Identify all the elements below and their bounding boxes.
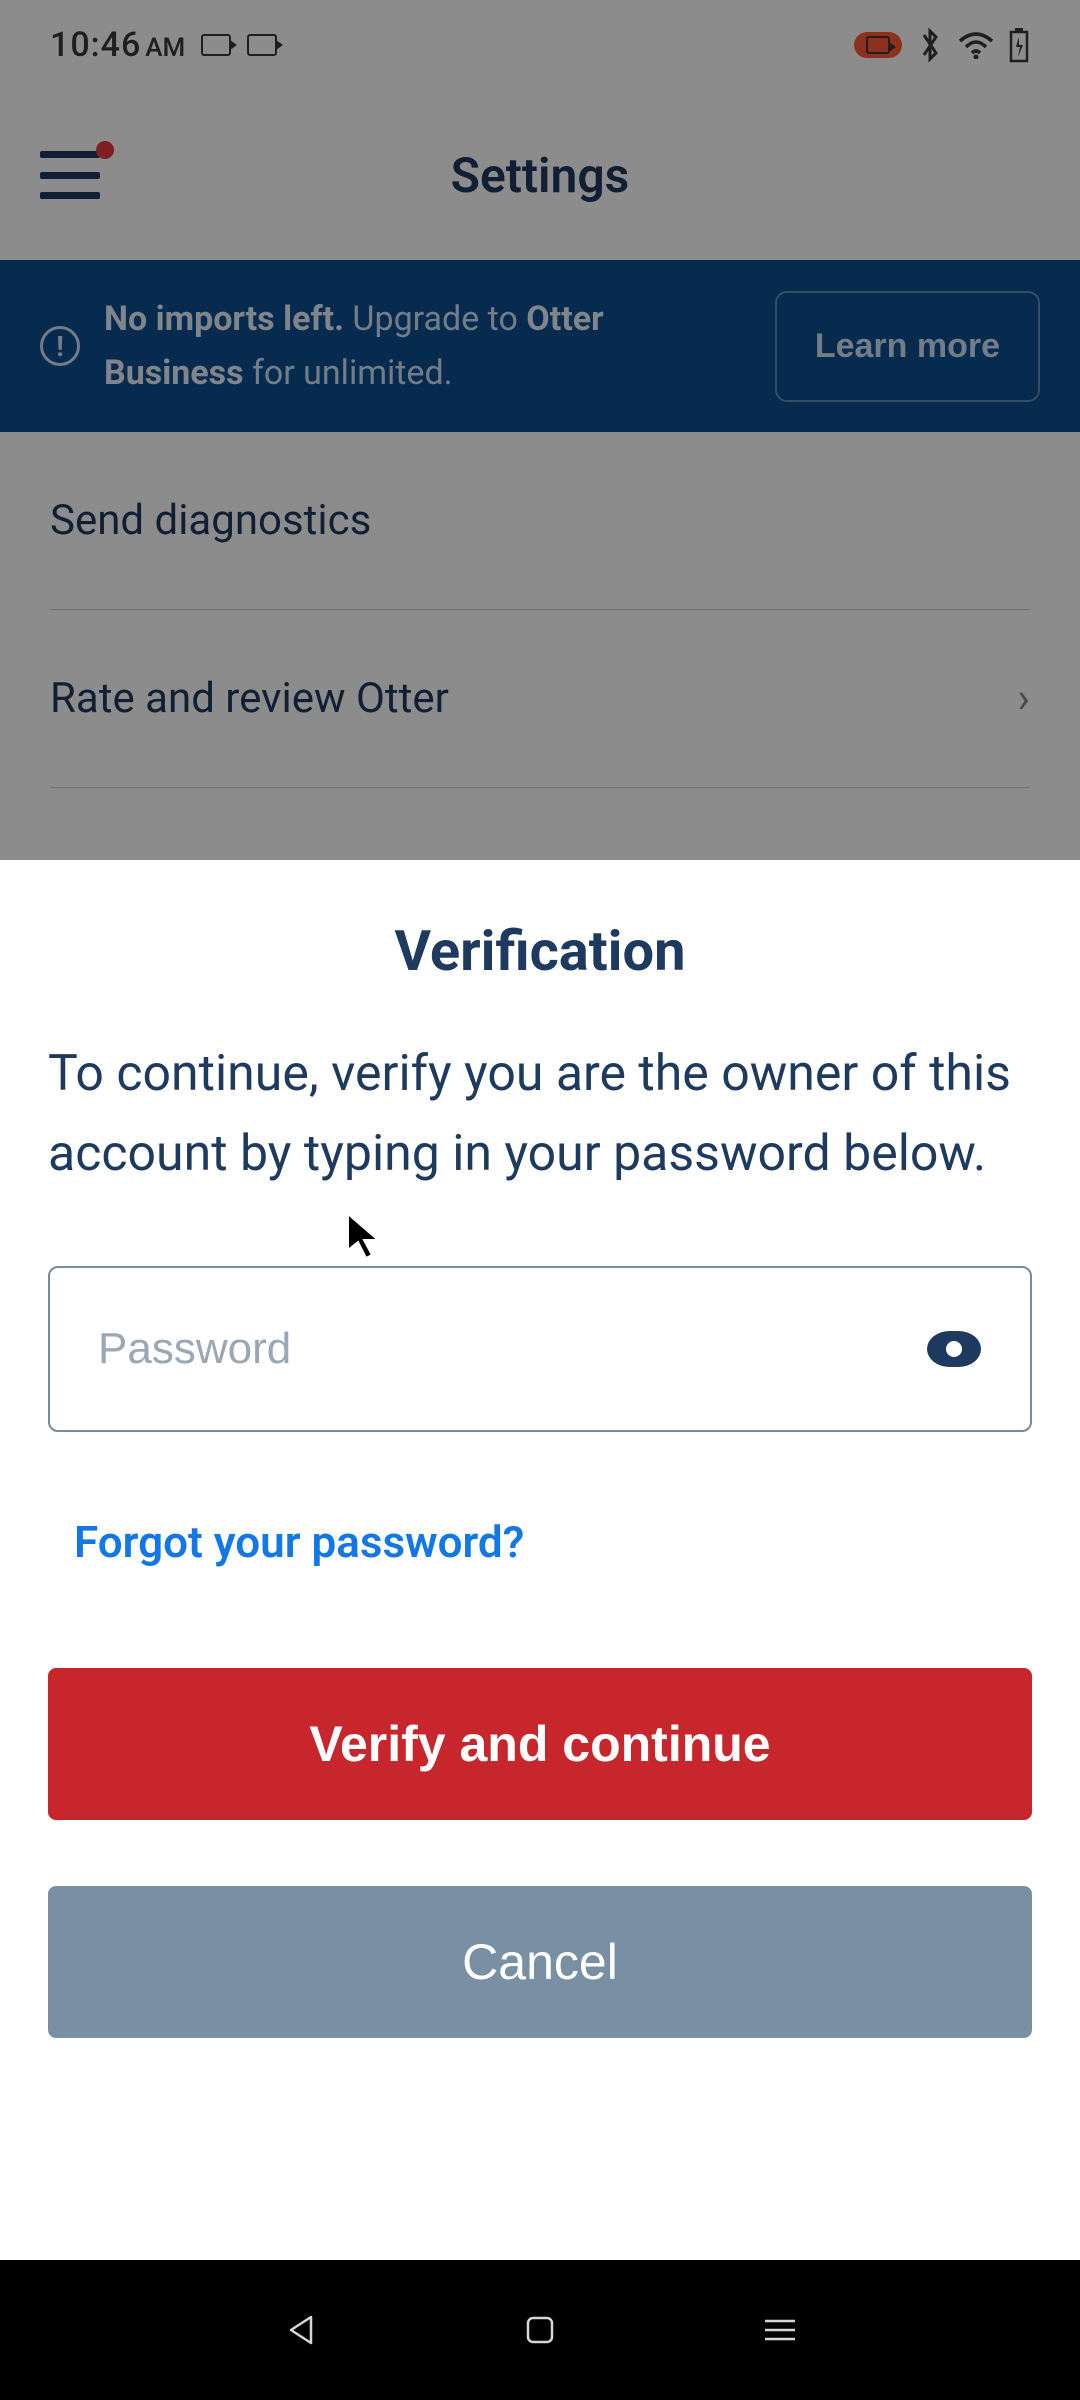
modal-description: To continue, verify you are the owner of… [48, 1034, 1032, 1194]
verification-modal: Verification To continue, verify you are… [0, 860, 1080, 2260]
modal-actions: Verify and continue Cancel [48, 1668, 1032, 2038]
toggle-password-visibility-button[interactable] [926, 1329, 982, 1369]
password-input[interactable] [98, 1324, 926, 1374]
cancel-button[interactable]: Cancel [48, 1886, 1032, 2038]
nav-recent-button[interactable] [760, 2310, 800, 2350]
password-field-wrapper [48, 1266, 1032, 1432]
nav-home-button[interactable] [520, 2310, 560, 2350]
nav-back-button[interactable] [280, 2310, 320, 2350]
modal-title: Verification [48, 918, 1032, 984]
cursor-icon [344, 1210, 384, 1262]
system-nav-bar [0, 2260, 1080, 2400]
modal-backdrop[interactable] [0, 0, 1080, 860]
eye-icon [927, 1331, 981, 1367]
forgot-password-link[interactable]: Forgot your password? [74, 1516, 524, 1568]
verify-continue-button[interactable]: Verify and continue [48, 1668, 1032, 1820]
